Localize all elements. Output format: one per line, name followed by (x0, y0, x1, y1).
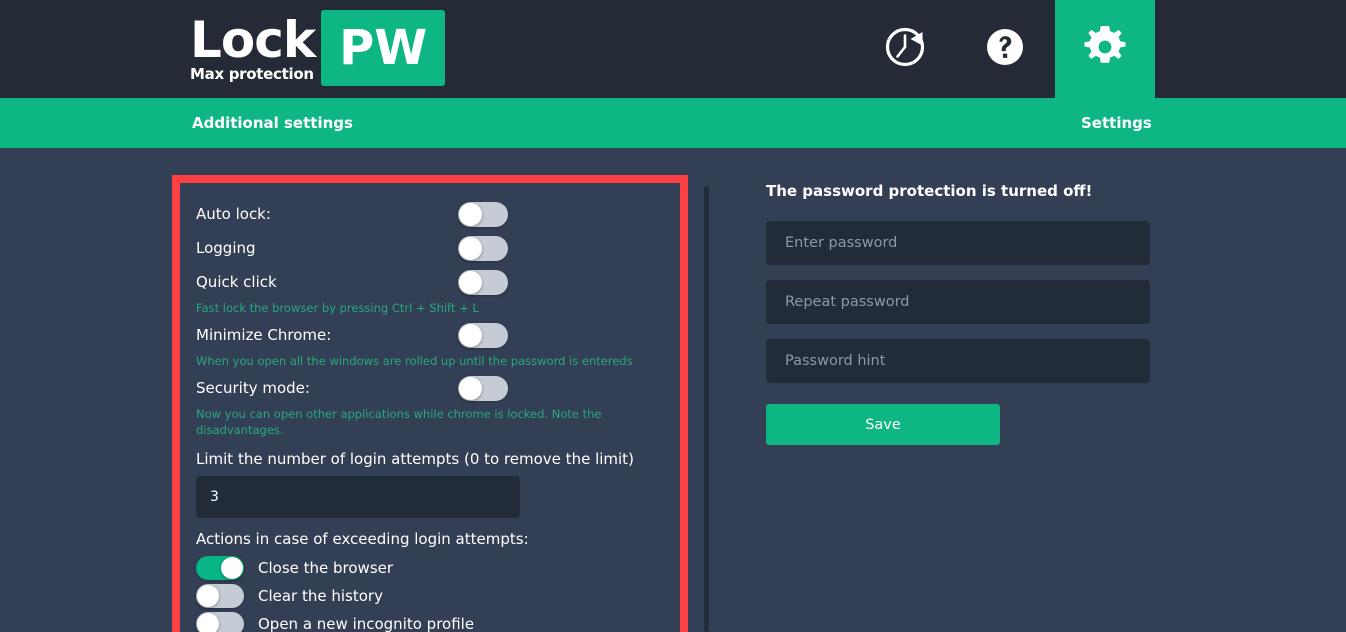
password-status-text: The password protection is turned off! (766, 182, 1093, 200)
app-header: Lock Max protection PW (0, 0, 1346, 98)
helper-text-security-mode: Now you can open other applications whil… (196, 407, 602, 437)
setting-label-logging: Logging (196, 239, 256, 257)
panel-divider[interactable] (704, 186, 709, 632)
action-label-incognito-profile: Open a new incognito profile (258, 615, 475, 632)
action-label-close-browser: Close the browser (258, 559, 394, 577)
logo-text-block: Lock Max protection (190, 10, 316, 83)
header-actions (855, 0, 1155, 98)
actions-label: Actions in case of exceeding login attem… (196, 530, 529, 548)
additional-settings-panel: Auto lock: Logging Quick click Fast lock… (172, 175, 688, 632)
history-icon (881, 23, 929, 75)
setting-row-minimize-chrome: Minimize Chrome: (196, 318, 664, 352)
setting-label-minimize-chrome: Minimize Chrome: (196, 326, 332, 344)
logo-pw-badge: PW (321, 10, 446, 86)
toggle-knob (459, 202, 482, 226)
help-icon (981, 23, 1029, 75)
toggle-knob (197, 613, 219, 632)
toggle-close-browser[interactable] (196, 556, 244, 580)
toggle-knob (459, 236, 482, 260)
helper-text-minimize-chrome: When you open all the windows are rolled… (196, 354, 633, 368)
action-label-clear-history: Clear the history (258, 587, 383, 605)
setting-label-quick-click: Quick click (196, 273, 277, 291)
password-panel: The password protection is turned off! S… (766, 182, 1150, 445)
toggle-clear-history[interactable] (196, 584, 244, 608)
setting-label-auto-lock: Auto lock: (196, 205, 271, 223)
setting-row-quick-click: Quick click (196, 265, 664, 299)
toggle-knob (459, 323, 482, 347)
toggle-knob (459, 376, 482, 400)
app-logo: Lock Max protection PW (190, 10, 446, 86)
toggle-quick-click[interactable] (458, 269, 508, 295)
action-row-close-browser: Close the browser (196, 554, 664, 582)
sub-header-bar: Additional settings Settings (0, 98, 1346, 148)
main-content: Auto lock: Logging Quick click Fast lock… (0, 148, 1346, 632)
help-button[interactable] (955, 0, 1055, 98)
action-row-incognito-profile: Open a new incognito profile (196, 610, 664, 632)
toggle-knob (197, 585, 219, 607)
logo-tagline: Max protection (190, 65, 314, 83)
toggle-auto-lock[interactable] (458, 201, 508, 227)
password-hint-input[interactable] (766, 339, 1150, 383)
page-title: Additional settings (192, 114, 353, 132)
setting-label-security-mode: Security mode: (196, 379, 310, 397)
setting-row-auto-lock: Auto lock: (196, 197, 664, 231)
logo-lock-text: Lock (190, 11, 316, 69)
login-attempts-label: Limit the number of login attempts (0 to… (196, 450, 634, 468)
action-row-clear-history: Clear the history (196, 582, 664, 610)
toggle-knob (221, 557, 243, 579)
setting-row-security-mode: Security mode: (196, 371, 664, 405)
toggle-incognito-profile[interactable] (196, 612, 244, 632)
repeat-password-input[interactable] (766, 280, 1150, 324)
toggle-minimize-chrome[interactable] (458, 322, 508, 348)
settings-button[interactable] (1055, 0, 1155, 98)
gear-icon (1080, 22, 1130, 76)
helper-text-quick-click: Fast lock the browser by pressing Ctrl +… (196, 301, 479, 315)
toggle-security-mode[interactable] (458, 375, 508, 401)
toggle-knob (459, 270, 482, 294)
enter-password-input[interactable] (766, 221, 1150, 265)
setting-row-logging: Logging (196, 231, 664, 265)
save-button[interactable]: Save (766, 404, 1000, 445)
login-attempts-input[interactable] (196, 476, 520, 518)
additional-settings-list: Auto lock: Logging Quick click Fast lock… (180, 183, 680, 632)
history-button[interactable] (855, 0, 955, 98)
toggle-logging[interactable] (458, 235, 508, 261)
settings-tab-label: Settings (1081, 114, 1152, 132)
